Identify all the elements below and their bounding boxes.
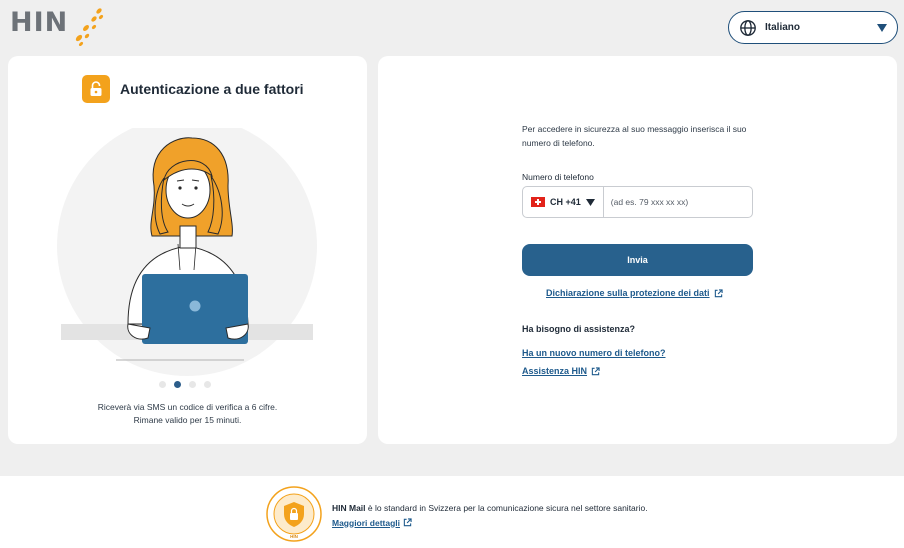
lock-icon bbox=[82, 75, 110, 103]
privacy-link-label: Dichiarazione sulla protezione dei dati bbox=[546, 288, 710, 298]
new-number-link[interactable]: Ha un nuovo numero di telefono? bbox=[522, 348, 666, 358]
intro-text: Per accedere in sicurezza al suo messagg… bbox=[522, 124, 747, 148]
footer-brand: HIN Mail bbox=[332, 503, 366, 513]
carousel-caption: Riceverà via SMS un codice di verifica a… bbox=[28, 401, 347, 426]
carousel-dot[interactable] bbox=[189, 381, 196, 388]
external-link-icon bbox=[403, 518, 412, 527]
caption-line-2: Rimane valido per 15 minuti. bbox=[133, 414, 242, 425]
chevron-down-icon bbox=[877, 23, 887, 32]
footer: HIN HIN Mail è lo standard in Svizzera p… bbox=[0, 476, 904, 548]
chevron-down-icon bbox=[585, 198, 595, 206]
footer-text: HIN Mail è lo standard in Svizzera per l… bbox=[332, 501, 652, 530]
language-label: Italiano bbox=[765, 22, 801, 33]
phone-field: CH +41 bbox=[522, 186, 753, 218]
phone-form-card: Per accedere in sicurezza al suo messagg… bbox=[378, 56, 897, 444]
caption-line-1: Riceverà via SMS un codice di verifica a… bbox=[97, 402, 278, 412]
hin-logo: HIN bbox=[10, 6, 106, 48]
logo-dots-icon bbox=[75, 8, 104, 46]
external-link-icon bbox=[591, 366, 600, 375]
globe-icon bbox=[740, 19, 756, 36]
support-link[interactable]: Assistenza HIN bbox=[522, 366, 600, 376]
seal-brand: HIN bbox=[290, 534, 298, 539]
submit-button[interactable]: Invia bbox=[522, 244, 753, 276]
privacy-link[interactable]: Dichiarazione sulla protezione dei dati bbox=[546, 288, 723, 298]
details-link-label: Maggiori dettagli bbox=[332, 517, 400, 528]
card-title-text: Autenticazione a due fattori bbox=[120, 81, 304, 97]
country-code-select[interactable]: CH +41 bbox=[523, 187, 604, 217]
card-title: Autenticazione a due fattori bbox=[82, 75, 304, 103]
help-heading: Ha bisogno di assistenza? bbox=[522, 324, 636, 334]
carousel-dot-active[interactable] bbox=[174, 381, 181, 388]
support-link-label: Assistenza HIN bbox=[522, 366, 588, 376]
data-protection-seal-icon: HIN bbox=[266, 486, 322, 542]
language-select[interactable]: Italiano bbox=[728, 11, 898, 44]
carousel-dots bbox=[159, 381, 211, 388]
details-link[interactable]: Maggiori dettagli bbox=[332, 516, 412, 531]
carousel-dot[interactable] bbox=[204, 381, 211, 388]
swiss-flag-icon bbox=[531, 197, 545, 207]
external-link-icon bbox=[714, 288, 723, 297]
logo-text: HIN bbox=[10, 7, 69, 38]
country-code-label: CH +41 bbox=[550, 197, 581, 207]
phone-label: Numero di telefono bbox=[522, 172, 594, 182]
info-card: Autenticazione a due fattori Riceverà vi… bbox=[8, 56, 367, 444]
phone-number-input[interactable] bbox=[603, 187, 752, 217]
carousel-dot[interactable] bbox=[159, 381, 166, 388]
footer-description: è lo standard in Svizzera per la comunic… bbox=[365, 503, 648, 513]
